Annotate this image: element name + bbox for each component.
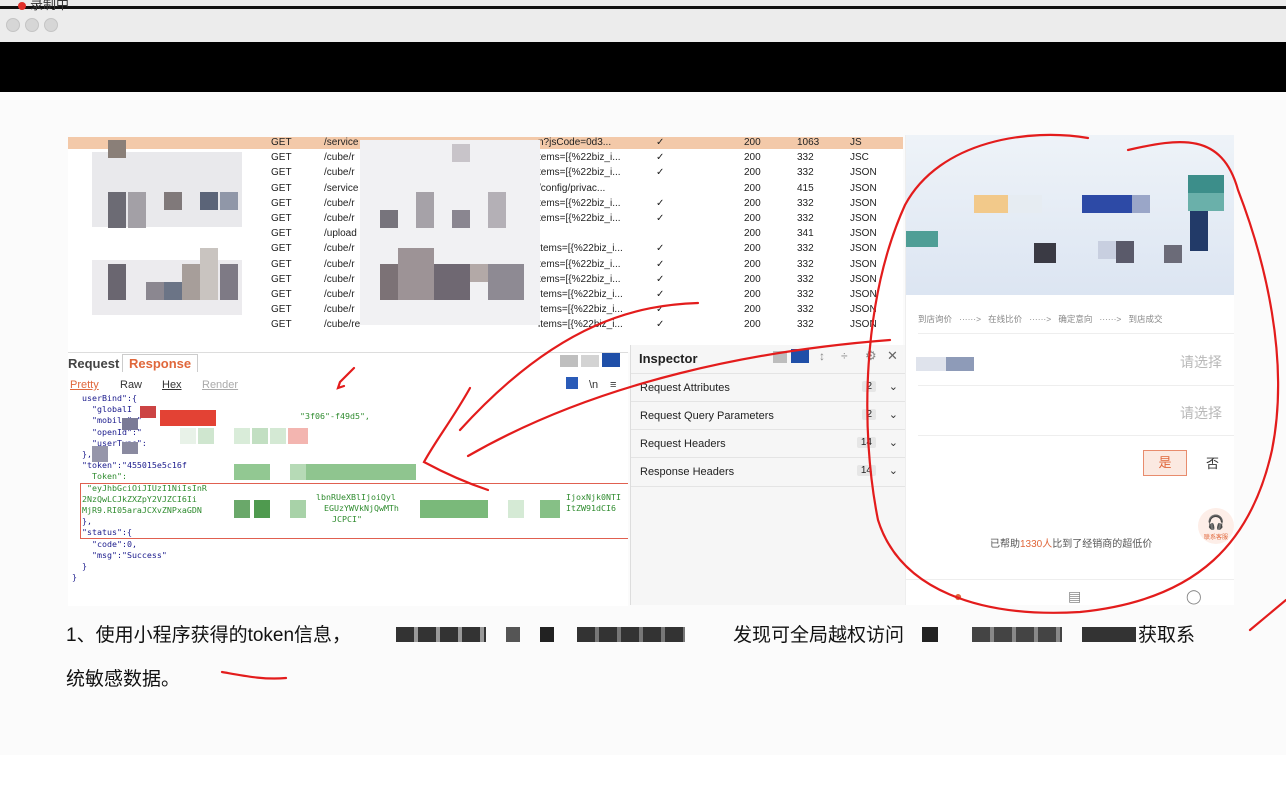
annotation-underline [220,670,288,680]
red-annotation-strokes [220,133,1286,680]
annotation-arrow-stroke [466,338,892,458]
annotation-stroke [1248,598,1286,632]
annotation-circle [866,133,1280,614]
annotation-arrow-head [422,386,490,492]
annotation-arrow-stroke [458,301,700,432]
annotation-pen-icon [336,366,356,390]
